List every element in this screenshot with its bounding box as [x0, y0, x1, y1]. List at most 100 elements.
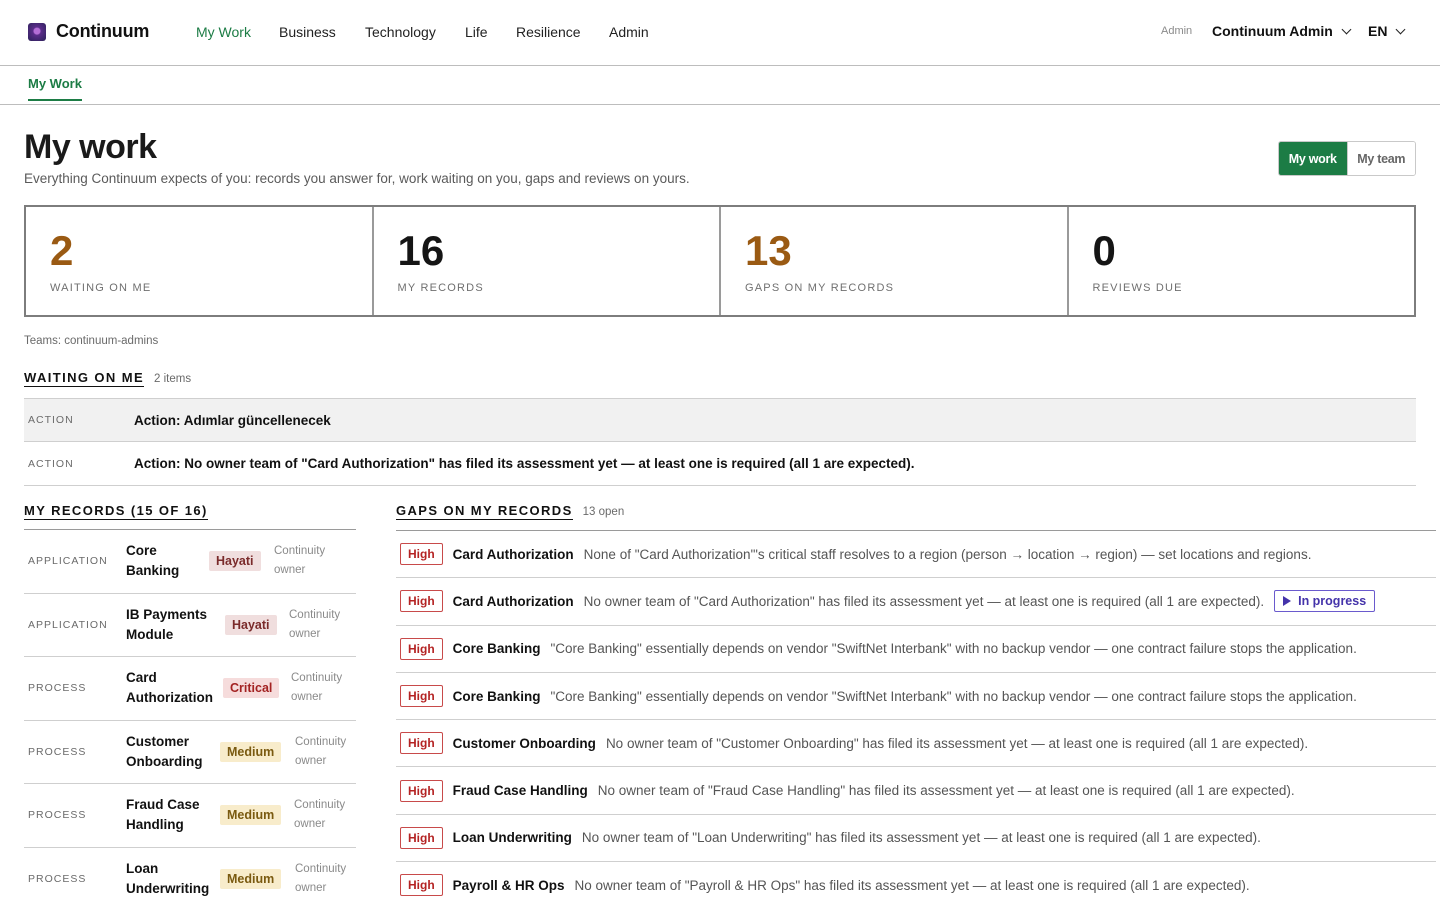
table-row[interactable]: PROCESS Fraud Case Handling Medium Contin…: [24, 784, 356, 848]
severity-badge: High: [400, 779, 443, 802]
nav-item-business[interactable]: Business: [279, 24, 336, 40]
record-name: Card Authorization: [126, 670, 213, 706]
criticality-badge: Critical: [223, 678, 280, 699]
gaps-section-header: GAPS ON MY RECORDS 13 open: [396, 503, 624, 520]
gap-description: None of "Card Authorization"'s critical …: [583, 546, 1312, 562]
waiting-section-header: WAITING ON ME 2 items: [24, 370, 191, 387]
section-title: MY RECORDS (15 OF 16): [24, 503, 208, 520]
gap-record-name[interactable]: Card Authorization: [453, 594, 574, 609]
nav-item-admin[interactable]: Admin: [609, 24, 649, 40]
nav-item-technology[interactable]: Technology: [365, 24, 436, 40]
page-subtitle: Everything Continuum expects of you: rec…: [24, 171, 690, 186]
record-role: Continuity owner: [294, 799, 346, 831]
criticality-badge: Hayati: [209, 551, 261, 572]
record-name: Loan Underwriting: [126, 860, 210, 896]
brand[interactable]: Continuum: [28, 21, 149, 42]
toggle-my-team[interactable]: My team: [1346, 142, 1415, 175]
stat-my-records[interactable]: 16 MY RECORDS: [374, 207, 721, 315]
chevron-down-icon: [1341, 24, 1352, 34]
nav-item-my-work[interactable]: My Work: [196, 24, 251, 40]
table-row[interactable]: PROCESS Customer Onboarding Medium Contin…: [24, 721, 356, 784]
item-kind: ACTION: [28, 457, 74, 470]
teams-line: Teams: continuum-admins: [24, 335, 159, 347]
stat-value: 2: [50, 227, 74, 274]
gap-record-name[interactable]: Customer Onboarding: [453, 736, 596, 751]
gap-record-name[interactable]: Core Banking: [453, 641, 541, 656]
records-list: APPLICATION Core Banking Hayati Continuit…: [24, 529, 356, 900]
record-role: Continuity owner: [295, 862, 347, 894]
chevron-down-icon: [1396, 24, 1406, 34]
continuum-logo-icon: [28, 22, 46, 41]
list-item[interactable]: High Core Banking "Core Banking" essenti…: [396, 626, 1436, 673]
criticality-badge: Medium: [220, 868, 282, 889]
gap-description: No owner team of "Customer Onboarding" h…: [605, 735, 1309, 751]
record-name: Customer Onboarding: [126, 733, 203, 769]
stat-value: 16: [397, 227, 445, 274]
record-role: Continuity owner: [291, 672, 343, 704]
record-name: Core Banking: [126, 543, 180, 579]
user-menu[interactable]: Continuum Admin: [1212, 23, 1352, 39]
criticality-badge: Hayati: [225, 614, 277, 635]
list-item[interactable]: High Customer Onboarding No owner team o…: [396, 720, 1436, 768]
gap-description: No owner team of "Card Authorization" ha…: [583, 593, 1265, 609]
language-selector[interactable]: EN: [1368, 23, 1406, 39]
record-name: Fraud Case Handling: [126, 797, 200, 833]
list-item[interactable]: High Card Authorization No owner team of…: [396, 578, 1436, 626]
stat-value: 0: [1092, 227, 1116, 274]
stat-gaps-on-my-records[interactable]: 13 GAPS ON MY RECORDS: [721, 207, 1069, 315]
item-kind: ACTION: [28, 414, 74, 426]
section-count: 13 open: [582, 506, 625, 518]
list-item[interactable]: High Core Banking "Core Banking" essenti…: [396, 673, 1436, 721]
list-item[interactable]: ACTION Action: No owner team of "Card Au…: [24, 442, 1416, 486]
record-kind: APPLICATION: [28, 555, 108, 568]
stat-waiting-on-me[interactable]: 2 WAITING ON ME: [26, 207, 374, 315]
table-row[interactable]: PROCESS Card Authorization Critical Conti…: [24, 657, 356, 721]
list-item[interactable]: High Card Authorization None of "Card Au…: [396, 531, 1436, 579]
list-item[interactable]: High Fraud Case Handling No owner team o…: [396, 767, 1436, 815]
stat-reviews-due[interactable]: 0 REVIEWS DUE: [1069, 207, 1415, 315]
list-item[interactable]: High Loan Underwriting No owner team of …: [396, 815, 1436, 863]
stat-label: REVIEWS DUE: [1092, 282, 1183, 294]
stat-label: MY RECORDS: [397, 282, 484, 294]
criticality-badge: Medium: [220, 805, 282, 826]
status-label: In progress: [1298, 594, 1367, 609]
gap-record-name[interactable]: Core Banking: [453, 689, 541, 704]
stat-value: 13: [745, 227, 792, 274]
section-title: WAITING ON ME: [24, 370, 145, 387]
toggle-my-work[interactable]: My work: [1279, 142, 1347, 175]
nav-item-life[interactable]: Life: [465, 24, 488, 40]
page-title: My work: [24, 128, 157, 166]
record-kind: PROCESS: [28, 745, 87, 758]
severity-badge: High: [400, 637, 443, 660]
gap-record-name[interactable]: Fraud Case Handling: [453, 783, 588, 798]
stat-label: WAITING ON ME: [50, 282, 152, 294]
list-item[interactable]: High Payroll & HR Ops No owner team of "…: [396, 862, 1436, 900]
user-name: Continuum Admin: [1212, 23, 1333, 39]
gap-description: "Core Banking" essentially depends on ve…: [550, 641, 1357, 657]
severity-badge: High: [400, 685, 443, 708]
gap-record-name[interactable]: Loan Underwriting: [453, 830, 572, 845]
brand-name: Continuum: [56, 21, 150, 41]
gap-record-name[interactable]: Card Authorization: [453, 547, 574, 562]
section-count: 2 items: [154, 373, 192, 385]
top-navigation: Continuum My Work Business Technology Li…: [0, 0, 1440, 66]
record-name: IB Payments Module: [126, 606, 208, 642]
nav-item-resilience[interactable]: Resilience: [516, 24, 581, 40]
stats-panel: 2 WAITING ON ME 16 MY RECORDS 13 GAPS ON…: [24, 205, 1416, 317]
view-toggle: My work My team: [1278, 141, 1416, 176]
in-progress-status[interactable]: In progress: [1274, 590, 1376, 613]
table-row[interactable]: PROCESS Loan Underwriting Medium Continui…: [24, 848, 356, 900]
severity-badge: High: [400, 732, 443, 755]
records-section-header: MY RECORDS (15 OF 16): [24, 503, 208, 520]
record-role: Continuity owner: [289, 608, 341, 640]
gap-record-name[interactable]: Payroll & HR Ops: [453, 878, 565, 893]
table-row[interactable]: APPLICATION Core Banking Hayati Continuit…: [24, 530, 356, 594]
section-title: GAPS ON MY RECORDS: [396, 503, 573, 520]
item-text: Action: Adımlar güncellenecek: [134, 412, 331, 428]
table-row[interactable]: APPLICATION IB Payments Module Hayati Con…: [24, 594, 356, 657]
gap-description: "Core Banking" essentially depends on ve…: [550, 688, 1357, 704]
gap-description: No owner team of "Payroll & HR Ops" has …: [574, 877, 1250, 893]
list-item[interactable]: ACTION Action: Adımlar güncellenecek: [24, 398, 1416, 442]
record-kind: PROCESS: [28, 809, 87, 822]
tab-my-work[interactable]: My Work: [28, 76, 82, 101]
